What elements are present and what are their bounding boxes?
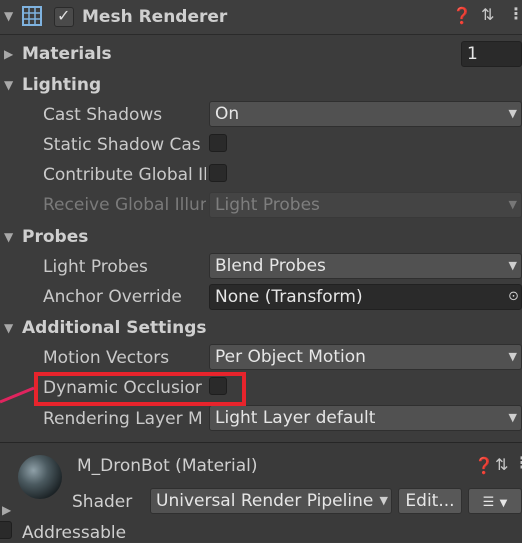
receive-gi-value: Light Probes (215, 195, 320, 215)
checkmark-icon: ✓ (57, 6, 71, 25)
component-header (0, 0, 522, 35)
chevron-down-icon: ▼ (508, 107, 517, 120)
addressable-label: Addressable (22, 523, 127, 543)
shader-label: Shader (72, 492, 133, 512)
material-help-icon[interactable]: ❓ (474, 456, 494, 475)
materials-label[interactable]: Materials (22, 44, 112, 64)
additional-settings-label[interactable]: Additional Settings (22, 318, 207, 338)
cast-shadows-label: Cast Shadows (43, 105, 163, 125)
contribute-gi-checkbox[interactable] (209, 164, 227, 182)
anchor-override-label: Anchor Override (43, 287, 182, 307)
motion-vectors-dropdown[interactable]: Per Object Motion ▼ (209, 344, 522, 370)
object-picker-icon[interactable]: ⊙ (508, 285, 519, 309)
anchor-override-field[interactable]: None (Transform) ⊙ (209, 284, 522, 310)
rendering-layer-mask-value: Light Layer default (215, 408, 376, 428)
cast-shadows-value: On (215, 104, 240, 124)
lighting-foldout-arrow-icon[interactable]: ▼ (4, 78, 13, 92)
static-shadow-caster-label: Static Shadow Cas (43, 135, 201, 155)
material-name: M_DronBot (Material) (77, 456, 258, 476)
motion-vectors-value: Per Object Motion (215, 347, 366, 367)
materials-foldout-arrow-icon[interactable]: ▶ (4, 47, 13, 61)
context-menu-icon[interactable]: ⋮ (508, 4, 522, 23)
light-probes-value: Blend Probes (215, 256, 326, 276)
shader-value: Universal Render Pipeline (156, 491, 374, 511)
component-title: Mesh Renderer (82, 7, 228, 27)
lighting-label[interactable]: Lighting (22, 75, 101, 95)
material-foldout-arrow-icon[interactable]: ▶ (2, 503, 11, 517)
material-presets-icon[interactable]: ⇅ (495, 455, 508, 474)
receive-gi-dropdown: Light Probes ▼ (209, 192, 522, 218)
shader-dropdown[interactable]: Universal Render Pipeline ▼ (150, 488, 392, 514)
cast-shadows-dropdown[interactable]: On ▼ (209, 101, 522, 127)
anchor-override-value: None (Transform) (215, 287, 363, 307)
chevron-down-icon: ▼ (379, 494, 388, 507)
addressable-checkbox[interactable] (0, 521, 12, 539)
highlight-box (34, 372, 246, 406)
edit-shader-button[interactable]: Edit... (398, 488, 462, 514)
chevron-down-icon: ▼ (508, 411, 517, 424)
chevron-down-icon: ▼ (508, 259, 517, 272)
light-probes-label: Light Probes (43, 257, 148, 277)
component-foldout-arrow-icon[interactable]: ▼ (4, 9, 13, 23)
component-enabled-checkbox[interactable]: ✓ (54, 6, 74, 27)
chevron-down-icon: ▼ (508, 350, 517, 363)
material-preview-sphere[interactable] (18, 455, 62, 499)
static-shadow-caster-checkbox[interactable] (209, 134, 227, 152)
probes-label[interactable]: Probes (22, 227, 88, 247)
rendering-layer-mask-dropdown[interactable]: Light Layer default ▼ (209, 405, 522, 431)
receive-gi-label: Receive Global Illur (43, 195, 206, 215)
presets-icon[interactable]: ⇅ (481, 5, 494, 24)
contribute-gi-label: Contribute Global Il (43, 165, 206, 185)
rendering-layer-mask-label: Rendering Layer M (43, 409, 203, 429)
list-icon: ☰ (482, 495, 495, 510)
chevron-down-icon: ▼ (508, 198, 517, 211)
probes-foldout-arrow-icon[interactable]: ▼ (4, 230, 13, 244)
materials-count-field[interactable]: 1 (461, 41, 522, 67)
annotation-arrow-line (0, 386, 35, 404)
shader-options-button[interactable]: ☰ ▼ (468, 488, 522, 514)
chevron-down-icon: ▼ (499, 498, 508, 509)
light-probes-dropdown[interactable]: Blend Probes ▼ (209, 253, 522, 279)
additional-settings-foldout-arrow-icon[interactable]: ▼ (4, 321, 13, 335)
help-icon[interactable]: ❓ (452, 6, 472, 25)
motion-vectors-label: Motion Vectors (43, 348, 170, 368)
material-context-menu-icon[interactable]: ⋮ (514, 453, 522, 472)
mesh-renderer-icon (22, 6, 42, 26)
